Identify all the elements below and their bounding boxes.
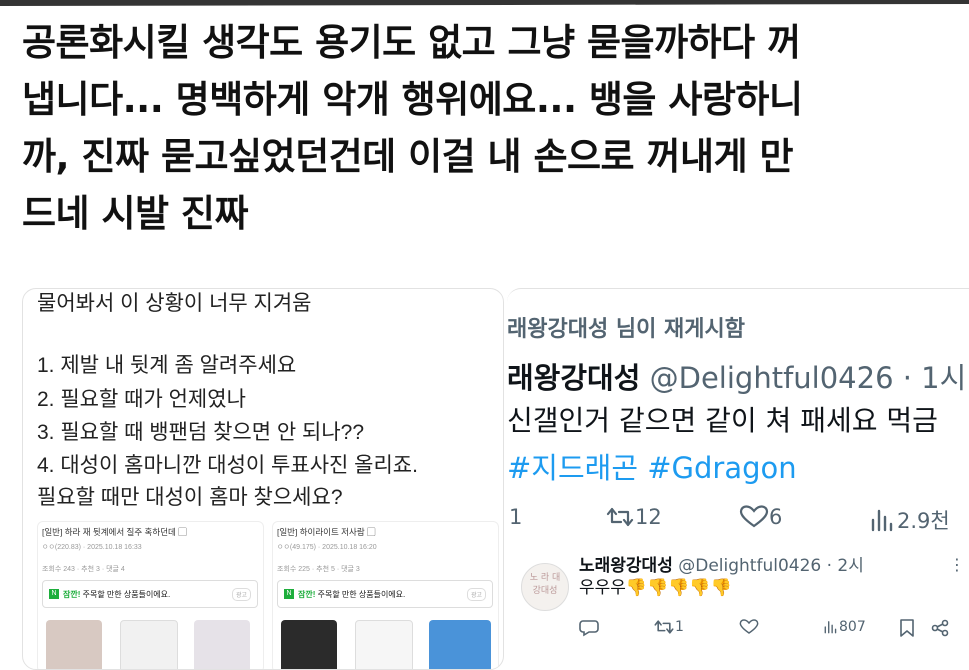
- post-text-line: 공론화시킬 생각도 용기도 없고 그냥 묻을까하다 꺼: [22, 21, 801, 64]
- reply-views-button[interactable]: 807: [823, 619, 866, 635]
- comment-icon: [579, 620, 599, 637]
- avatar-text: 강대성: [532, 586, 558, 596]
- like-button[interactable]: 6: [739, 505, 782, 529]
- attached-image-right[interactable]: 래왕강대성 님이 재게시함 래왕강대성 @Delightful0426 · 1시…: [507, 288, 969, 669]
- ad-tag: 광고: [231, 588, 251, 601]
- ad-tag: 광고: [466, 588, 486, 601]
- product-thumbnail: [355, 620, 413, 669]
- cropped-previous-line: [0, 0, 969, 6]
- naver-icon: N: [49, 589, 59, 599]
- product-thumbnail: [46, 620, 102, 669]
- card-meta: ㅇㅇ(49.175) · 2025.10.18 16:20: [277, 544, 377, 551]
- reply-like-button[interactable]: [739, 619, 759, 635]
- ad-highlight: 잠깐!: [63, 590, 81, 599]
- retweet-button[interactable]: 12: [605, 505, 662, 529]
- post-text-line: 드네 시발 진짜: [22, 192, 249, 235]
- tweet-body: 신갤인거 같으면 같이 쳐 패세요 먹금: [507, 404, 938, 437]
- retweet-icon: [654, 620, 674, 634]
- forum-post-cards: [일반] 하라 재 뒷계에서 질주 혹하던데 ▢ ㅇㅇ(220.83) · 20…: [37, 521, 499, 669]
- analytics-icon: [824, 621, 837, 634]
- product-thumbnail: [194, 620, 250, 669]
- tweet-actions: 1 12 6 2.9천: [507, 505, 969, 535]
- image-list-item: 필요할 때만 대성이 홈마 찾으세요?: [37, 486, 343, 509]
- image-list-item: 4. 대성이 홈마니깐 대성이 투표사진 올리죠.: [37, 454, 418, 477]
- attached-image-left[interactable]: 물어봐서 이 상황이 너무 지겨움 1. 제발 내 뒷계 좀 알려주세요 2. …: [22, 288, 504, 670]
- retweet-icon: [606, 507, 634, 527]
- card-meta: ㅇㅇ(220.83) · 2025.10.18 16:33: [42, 544, 142, 551]
- product-thumbnail: [281, 620, 337, 669]
- repost-indicator: 래왕강대성 님이 재게시함: [507, 317, 745, 342]
- reply-body: 우우우👎👎👎👎👎: [579, 578, 732, 598]
- views-button[interactable]: 2.9천: [869, 505, 950, 535]
- share-icon: [931, 619, 949, 637]
- image-list-item: 1. 제발 내 뒷계 좀 알려주세요: [37, 354, 297, 377]
- post-text-line: 냅니다... 명백하게 악개 행위에요... 뱅을 사랑하니: [22, 78, 803, 121]
- reply-reply-button[interactable]: [579, 619, 599, 637]
- image-text-line: 물어봐서 이 상황이 너무 지겨움: [37, 292, 312, 315]
- heart-icon: [739, 505, 769, 528]
- reply-count: 1: [509, 505, 523, 529]
- post-text-line: 까, 진짜 묻고싶었던건데 이걸 내 손으로 꺼내게 만: [22, 135, 794, 178]
- more-options-icon[interactable]: ⋮: [949, 555, 965, 574]
- ad-text: 주목할 만한 상품들이에요.: [315, 590, 406, 599]
- retweet-count: 12: [635, 505, 662, 529]
- post-text: 공론화시킬 생각도 용기도 없고 그냥 묻을까하다 꺼 냅니다... 명백하게 …: [22, 14, 962, 242]
- like-count: 6: [769, 505, 783, 529]
- author-name[interactable]: 래왕강대성: [507, 361, 640, 395]
- heart-icon: [739, 619, 759, 634]
- product-thumbnail: [120, 620, 178, 669]
- card-title: [일반] 하이라이트 저사람 ▢: [277, 527, 376, 537]
- reply-tweet[interactable]: 노 라 대 강대성 노래왕강대성 @Delightful0426 · 2시 ⋮ …: [521, 555, 969, 667]
- analytics-icon: [871, 509, 893, 532]
- ad-text: 주목할 만한 상품들이에요.: [80, 590, 171, 599]
- forum-post-card: [일반] 하이라이트 저사람 ▢ ㅇㅇ(49.175) · 2025.10.18…: [272, 521, 499, 669]
- card-stats: 조회수 243 · 추천 3 · 댓글 4: [42, 566, 125, 573]
- reply-retweet-button[interactable]: 1: [653, 619, 684, 635]
- ad-highlight: 잠깐!: [298, 590, 316, 599]
- reply-retweet-count: 1: [675, 619, 684, 635]
- ad-banner: N 잠깐! 주목할 만한 상품들이에요. 광고: [277, 580, 493, 608]
- naver-icon: N: [284, 589, 294, 599]
- share-button[interactable]: [931, 619, 949, 637]
- product-thumbnail: [429, 620, 491, 669]
- image-list-item: 3. 필요할 때 뱅팬덤 찾으면 안 되나??: [37, 421, 365, 444]
- author-handle[interactable]: @Delightful0426 · 1시: [650, 361, 967, 395]
- reply-view-count: 807: [839, 619, 866, 635]
- avatar[interactable]: 노 라 대 강대성: [521, 563, 569, 611]
- card-stats: 조회수 225 · 추천 5 · 댓글 3: [277, 566, 360, 573]
- tweet-hashtags[interactable]: #지드래곤 #Gdragon: [507, 445, 797, 487]
- view-count: 2.9천: [897, 509, 950, 533]
- image-list-item: 2. 필요할 때가 언제였나: [37, 388, 246, 411]
- tweet-author: 래왕강대성 @Delightful0426 · 1시: [507, 355, 966, 397]
- avatar-text: 노 라 대: [529, 573, 561, 583]
- ad-banner: N 잠깐! 주목할 만한 상품들이에요. 광고: [42, 580, 258, 608]
- bookmark-button[interactable]: [899, 619, 915, 637]
- card-title: [일반] 하라 재 뒷계에서 질주 혹하던데 ▢: [42, 527, 187, 537]
- bookmark-icon: [900, 619, 914, 637]
- forum-post-card: [일반] 하라 재 뒷계에서 질주 혹하던데 ▢ ㅇㅇ(220.83) · 20…: [37, 521, 264, 669]
- reply-button[interactable]: 1: [509, 505, 522, 529]
